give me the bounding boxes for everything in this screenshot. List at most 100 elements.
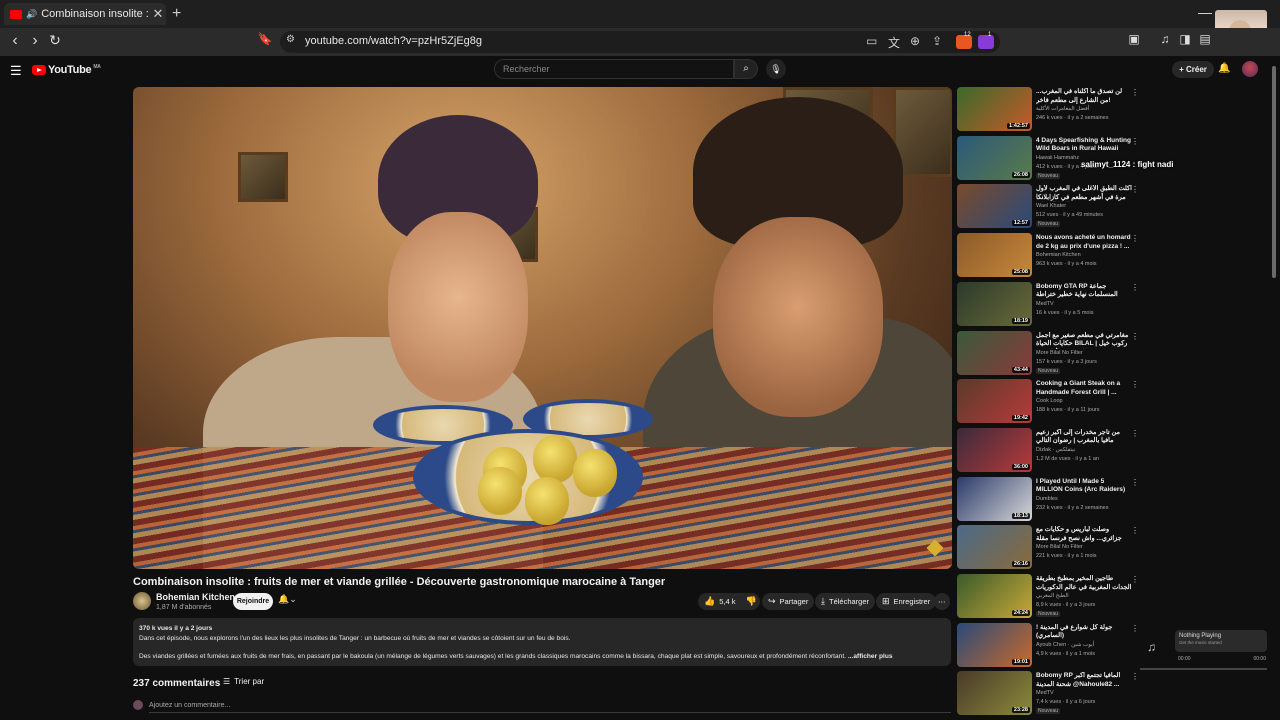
search-icon[interactable]: ⌕ [734,59,758,79]
recommended-video[interactable]: 24:24 طاجين المخير بمطبخ بطريقة الجدات ال… [957,574,1147,620]
video-thumbnail[interactable]: 36:00 [957,427,1032,472]
more-options-icon[interactable]: ⋮ [1131,137,1139,146]
browser-tab[interactable]: 🔊 Combinaison insolite : fruits de mer e… [4,3,166,25]
wallet-icon[interactable]: ▤ [1196,32,1214,46]
mic-icon[interactable]: 🎙 [766,59,786,79]
video-player[interactable] [133,87,952,569]
recommended-title[interactable]: Nous avons acheté un homard de 2 kg au p… [1036,234,1132,251]
recommended-video[interactable]: 36:00 من تاجر مخدرات إلى أكبر زعيم مافيا … [957,427,1147,474]
sort-button[interactable]: ☰ Trier par [223,677,264,686]
create-button[interactable]: + Créer [1172,61,1214,78]
recommended-video[interactable]: 1:42:57 لن تصدق ما أكلناه في المغرب... من… [957,87,1147,133]
more-options-icon[interactable]: ⋮ [1131,429,1139,438]
recommended-title[interactable]: أكلت الطبق الأغلى في المغرب لأول مرة في … [1036,185,1132,202]
more-options-icon[interactable]: ⋮ [1131,234,1139,243]
video-thumbnail[interactable]: 12:57 [957,184,1032,229]
recommended-channel[interactable]: أفضل المغامرات الأكلية [1036,106,1089,112]
video-thumbnail[interactable]: 26:16 [957,525,1032,570]
recommended-channel[interactable]: Cook Loop [1036,398,1063,404]
recommended-title[interactable]: 4 Days Spearfishing & Hunting Wild Boars… [1036,137,1132,154]
add-comment-input[interactable]: Ajoutez un commentaire... [133,700,230,710]
extensions-icon[interactable]: ▣ [1125,32,1143,46]
more-options-icon[interactable]: ⋮ [1131,672,1139,681]
recommended-video[interactable]: 43:44 مغامرتي في مطعم صغير مع أجمل حكايات… [957,330,1147,377]
scrollbar-thumb[interactable] [1272,66,1276,278]
recommended-title[interactable]: جولة كل شوارع في المدينة !(السامري) [1036,624,1132,641]
download-button[interactable]: ⤓ Télécharger [815,593,876,610]
show-more-link[interactable]: ...afficher plus [848,653,893,660]
more-options-icon[interactable]: ⋮ [1131,575,1139,584]
more-options-icon[interactable]: ⋮ [1131,88,1139,97]
recommended-channel[interactable]: Bohemian Kitchen [1036,252,1081,258]
now-playing-progress[interactable] [1140,668,1267,670]
video-thumbnail[interactable]: 25:08 [957,233,1032,278]
recommended-video[interactable]: 26:08 4 Days Spearfishing & Hunting Wild … [957,135,1147,182]
more-options-icon[interactable]: ⋮ [1131,526,1139,535]
recommended-title[interactable]: من تاجر مخدرات إلى أكبر زعيم مافيا بالمغ… [1036,429,1132,446]
more-actions-button[interactable]: ⋯ [934,593,950,610]
thumbs-down-icon[interactable]: 👎 [745,593,756,610]
recommended-title[interactable]: Bobomy GTA RP جماعة المنسلمات نهاية خطير… [1036,283,1132,300]
video-thumbnail[interactable]: 43:44 [957,330,1032,375]
video-thumbnail[interactable]: 23:28 [957,671,1032,716]
rewards-icon[interactable] [978,35,994,49]
minimize-icon[interactable]: — [1198,4,1212,20]
recommended-channel[interactable]: MedTV [1036,690,1054,696]
sidebar-toggle-icon[interactable]: ◨ [1176,32,1194,46]
media-icon[interactable]: ♫ [1156,32,1174,46]
share-icon[interactable]: ⇪ [932,34,942,48]
recommended-video[interactable]: 26:16 وصلت لباريس و حكايات مع جزائري... و… [957,525,1147,571]
search-input[interactable]: Rechercher [494,59,734,79]
recommended-video[interactable]: 25:08 Nous avons acheté un homard de 2 kg… [957,233,1147,279]
recommended-channel[interactable]: Dizlak · نيتفلكس [1036,447,1075,453]
video-thumbnail[interactable]: 19:01 [957,622,1032,667]
recommended-channel[interactable]: Hawaii Hammahz [1036,155,1079,161]
channel-avatar[interactable] [133,592,151,610]
cast-icon[interactable]: ▭ [866,34,877,48]
speaker-icon[interactable]: 🔊 [26,9,37,20]
video-thumbnail[interactable]: 24:24 [957,574,1032,618]
zoom-icon[interactable]: ⊕ [910,34,920,48]
thumbs-up-icon[interactable]: 👍 [704,593,715,610]
recommended-video[interactable]: 18:13 I Played Until I Made 5 MILLION Coi… [957,476,1147,523]
video-thumbnail[interactable]: 1:42:57 [957,87,1032,131]
site-info-icon[interactable]: ⚙ [286,34,295,45]
join-button[interactable]: Rejoindre [233,593,273,610]
video-thumbnail[interactable]: 19:42 [957,379,1032,424]
recommended-video[interactable]: 18:19 Bobomy GTA RP جماعة المنسلمات نهاية… [957,281,1147,328]
recommended-channel[interactable]: More Bilal No Filter [1036,350,1083,356]
reload-icon[interactable]: ↻ [46,32,64,49]
back-icon[interactable]: ‹ [6,32,24,50]
recommended-channel[interactable]: Dumbles [1036,496,1058,502]
url-text[interactable]: youtube.com/watch?v=pzHr5ZjEg8g [305,35,482,47]
more-options-icon[interactable]: ⋮ [1131,380,1139,389]
more-options-icon[interactable]: ⋮ [1131,332,1139,341]
more-options-icon[interactable]: ⋮ [1131,185,1139,194]
video-thumbnail[interactable]: 26:08 [957,135,1032,180]
recommended-title[interactable]: I Played Until I Made 5 MILLION Coins (A… [1036,478,1132,495]
youtube-logo[interactable]: YouTube MA [32,64,101,76]
notifications-icon[interactable]: 🔔 [1218,63,1230,74]
recommended-channel[interactable]: Ayoub Chen · أيوب شين [1036,642,1094,648]
menu-icon[interactable]: ☰ [10,63,22,79]
recommended-video[interactable]: 12:57 أكلت الطبق الأغلى في المغرب لأول مر… [957,184,1147,230]
channel-name[interactable]: Bohemian Kitchen [156,592,235,602]
recommended-title[interactable]: مغامرتي في مطعم صغير مع أجمل حكايات الحي… [1036,332,1132,349]
account-avatar[interactable] [1242,61,1258,77]
bookmark-icon[interactable]: 🔖 [256,32,274,46]
recommended-channel[interactable]: More Bilal No Filter [1036,544,1083,550]
recommended-channel[interactable]: Wael Khater [1036,203,1066,209]
more-options-icon[interactable]: ⋮ [1131,624,1139,633]
address-bar[interactable]: ⚙ youtube.com/watch?v=pzHr5ZjEg8g ▭ 文 ⊕ … [280,31,1000,53]
save-button[interactable]: ⊞ Enregistrer [876,593,937,610]
more-options-icon[interactable]: ⋮ [1131,478,1139,487]
new-tab-button[interactable]: + [172,5,181,23]
recommended-video[interactable]: 19:01 جولة كل شوارع في المدينة !(السامري)… [957,622,1147,669]
recommended-video[interactable]: 23:28 Bobomy RP المافيا تجتمع أكبر شحنة ا… [957,671,1147,717]
recommended-title[interactable]: وصلت لباريس و حكايات مع جزائري... واش نص… [1036,526,1132,543]
video-thumbnail[interactable]: 18:19 [957,281,1032,326]
recommended-title[interactable]: Cooking a Giant Steak on a Handmade Fore… [1036,380,1132,397]
share-button[interactable]: ↪ Partager [762,593,815,610]
recommended-channel[interactable]: MedTV [1036,301,1054,307]
translate-icon[interactable]: 文 [888,34,900,51]
